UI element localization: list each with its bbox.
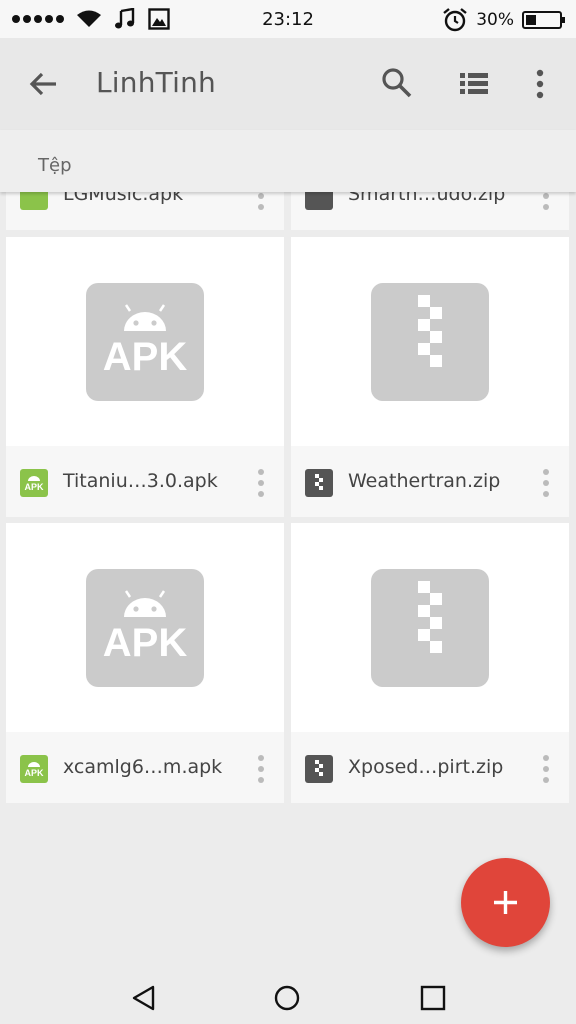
- file-thumbnail: [291, 523, 569, 732]
- zip-thumbnail-icon: [371, 569, 489, 687]
- file-card-footer: APK xcamlg6…m.apk: [6, 732, 284, 803]
- file-card-footer: Smarth…udo.zip: [291, 186, 569, 230]
- apk-file-icon-label: APK: [24, 482, 44, 492]
- file-card[interactable]: Smarth…udo.zip: [291, 186, 569, 230]
- search-icon[interactable]: [380, 66, 414, 100]
- section-header: Tệp: [0, 130, 576, 192]
- file-card[interactable]: Weathertran.zip: [291, 237, 569, 517]
- recents-square-icon[interactable]: [418, 983, 448, 1013]
- zip-file-icon: [305, 755, 333, 783]
- alarm-icon: [443, 8, 467, 32]
- more-vert-icon[interactable]: [256, 754, 266, 784]
- file-name: Weathertran.zip: [348, 470, 501, 492]
- file-card-footer: Xposed…pirt.zip: [291, 732, 569, 803]
- file-thumbnail: [291, 237, 569, 446]
- plus-icon: [494, 891, 517, 914]
- file-card-footer: LGMusic.apk: [6, 186, 284, 230]
- battery-icon: [522, 11, 565, 29]
- status-bar: 23:12 30%: [0, 0, 576, 38]
- apk-thumbnail-label: APK: [102, 335, 188, 379]
- zip-thumbnail-icon: [371, 283, 489, 401]
- file-name: xcamlg6…m.apk: [63, 756, 223, 778]
- home-circle-icon[interactable]: [272, 983, 302, 1013]
- system-nav-bar: [0, 960, 576, 1024]
- file-thumbnail: APK: [6, 237, 284, 446]
- file-card[interactable]: APK APK xcamlg6…m.apk: [6, 523, 284, 803]
- list-view-icon[interactable]: [458, 68, 490, 100]
- add-fab-button[interactable]: [461, 858, 550, 947]
- zip-file-icon: [305, 469, 333, 497]
- apk-thumbnail-icon: APK: [86, 283, 204, 401]
- battery-percent: 30%: [476, 10, 514, 30]
- back-triangle-icon[interactable]: [129, 983, 159, 1013]
- apk-thumbnail-icon: APK: [86, 569, 204, 687]
- battery-fill: [526, 15, 536, 25]
- apk-file-icon-label: APK: [24, 768, 44, 778]
- apk-file-icon: APK: [20, 469, 48, 497]
- apk-file-icon: APK: [20, 755, 48, 783]
- more-vert-icon[interactable]: [541, 468, 551, 498]
- back-arrow-icon[interactable]: [26, 66, 62, 102]
- apk-thumbnail-label: APK: [102, 621, 188, 665]
- file-card[interactable]: Xposed…pirt.zip: [291, 523, 569, 803]
- section-label: Tệp: [38, 155, 72, 176]
- file-card-footer: Weathertran.zip: [291, 446, 569, 517]
- more-vert-icon[interactable]: [256, 468, 266, 498]
- file-thumbnail: APK: [6, 523, 284, 732]
- file-name: Titaniu…3.0.apk: [63, 470, 218, 492]
- more-vert-icon[interactable]: [528, 66, 552, 102]
- page-title: LinhTinh: [96, 66, 216, 99]
- file-name: Xposed…pirt.zip: [348, 756, 504, 778]
- file-card[interactable]: LGMusic.apk: [6, 186, 284, 230]
- file-card[interactable]: APK APK Titaniu…3.0.apk: [6, 237, 284, 517]
- app-bar: LinhTinh: [0, 38, 576, 131]
- more-vert-icon[interactable]: [541, 754, 551, 784]
- file-card-footer: APK Titaniu…3.0.apk: [6, 446, 284, 517]
